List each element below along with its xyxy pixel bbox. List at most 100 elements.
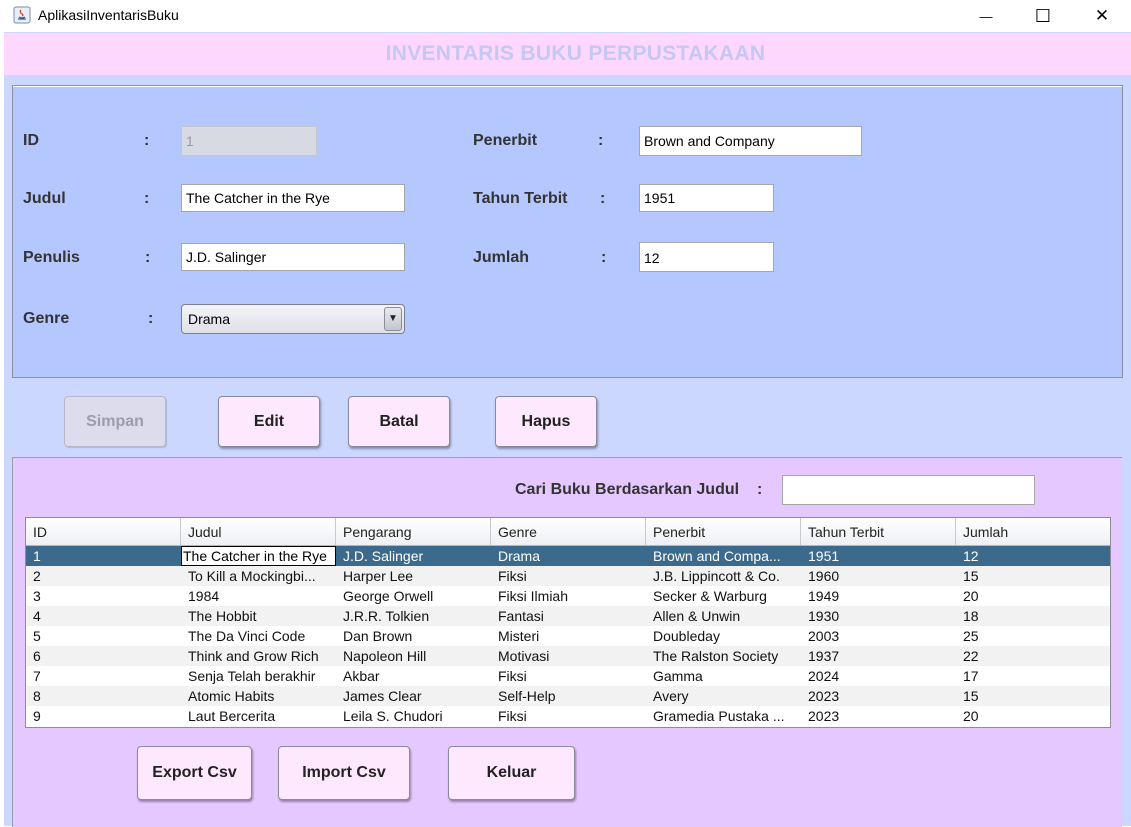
- close-window-button[interactable]: ✕: [1079, 0, 1125, 32]
- tahun-terbit-field[interactable]: 1951: [639, 184, 774, 212]
- cell-id[interactable]: 2: [26, 566, 181, 586]
- column-header-judul[interactable]: Judul: [181, 518, 336, 545]
- penerbit-field[interactable]: Brown and Company: [639, 126, 862, 156]
- cell-genre[interactable]: Fiksi: [491, 706, 646, 726]
- cell-id[interactable]: 3: [26, 586, 181, 606]
- cell-judul[interactable]: Senja Telah berakhir: [181, 666, 336, 686]
- cell-judul[interactable]: Think and Grow Rich: [181, 646, 336, 666]
- maximize-icon: ☐: [1034, 5, 1052, 26]
- cell-judul[interactable]: The Da Vinci Code: [181, 626, 336, 646]
- cell-genre[interactable]: Misteri: [491, 626, 646, 646]
- cell-genre[interactable]: Fiksi Ilmiah: [491, 586, 646, 606]
- cell-jumlah[interactable]: 15: [956, 566, 1110, 586]
- cell-jumlah[interactable]: 20: [956, 586, 1110, 606]
- cell-jumlah[interactable]: 25: [956, 626, 1110, 646]
- cell-pengarang[interactable]: Akbar: [336, 666, 491, 686]
- column-header-tahun-terbit[interactable]: Tahun Terbit: [801, 518, 956, 545]
- genre-dropdown[interactable]: Drama ▼: [181, 304, 405, 334]
- cell-pengarang[interactable]: James Clear: [336, 686, 491, 706]
- cell-pengarang[interactable]: George Orwell: [336, 586, 491, 606]
- judul-field[interactable]: The Catcher in the Rye: [181, 184, 405, 212]
- cell-judul[interactable]: Atomic Habits: [181, 686, 336, 706]
- penulis-field[interactable]: J.D. Salinger: [181, 243, 405, 271]
- cell-tahun-terbit[interactable]: 1937: [801, 646, 956, 666]
- table-row[interactable]: 3 1984 George Orwell Fiksi Ilmiah Secker & W…: [26, 586, 1110, 606]
- cell-penerbit[interactable]: Doubleday: [646, 626, 801, 646]
- cell-tahun-terbit[interactable]: 1960: [801, 566, 956, 586]
- maximize-button[interactable]: ☐: [1020, 0, 1066, 32]
- export-csv-button[interactable]: Export Csv: [137, 746, 252, 800]
- keluar-button[interactable]: Keluar: [448, 746, 575, 800]
- cell-pengarang[interactable]: Leila S. Chudori: [336, 706, 491, 726]
- cell-judul[interactable]: The Hobbit: [181, 606, 336, 626]
- cell-tahun-terbit[interactable]: 2023: [801, 686, 956, 706]
- cell-penerbit[interactable]: Avery: [646, 686, 801, 706]
- column-header-penerbit[interactable]: Penerbit: [646, 518, 801, 545]
- table-row[interactable]: 4 The Hobbit J.R.R. Tolkien Fantasi Allen & …: [26, 606, 1110, 626]
- batal-button[interactable]: Batal: [348, 396, 450, 447]
- cell-tahun-terbit[interactable]: 2024: [801, 666, 956, 686]
- cell-pengarang[interactable]: J.R.R. Tolkien: [336, 606, 491, 626]
- cell-tahun-terbit[interactable]: 2023: [801, 706, 956, 726]
- cell-jumlah[interactable]: 15: [956, 686, 1110, 706]
- cell-id[interactable]: 7: [26, 666, 181, 686]
- cell-pengarang[interactable]: Dan Brown: [336, 626, 491, 646]
- cell-genre[interactable]: Self-Help: [491, 686, 646, 706]
- cell-penerbit[interactable]: The Ralston Society: [646, 646, 801, 666]
- cell-id[interactable]: 5: [26, 626, 181, 646]
- jumlah-field[interactable]: 12: [639, 242, 774, 272]
- genre-selected-value: Drama: [188, 311, 231, 327]
- table-row[interactable]: 1 The Catcher in the Rye J.D. Salinger Dram…: [26, 546, 1110, 566]
- cell-genre[interactable]: Fantasi: [491, 606, 646, 626]
- cell-judul[interactable]: 1984: [181, 586, 336, 606]
- cell-judul[interactable]: The Catcher in the Rye: [181, 546, 336, 566]
- simpan-button[interactable]: Simpan: [64, 396, 166, 447]
- cell-jumlah[interactable]: 12: [956, 546, 1110, 566]
- cell-tahun-terbit[interactable]: 1949: [801, 586, 956, 606]
- column-header-jumlah[interactable]: Jumlah: [956, 518, 1110, 545]
- cell-judul[interactable]: To Kill a Mockingbi...: [181, 566, 336, 586]
- cell-penerbit[interactable]: Gramedia Pustaka ...: [646, 706, 801, 726]
- cell-id[interactable]: 8: [26, 686, 181, 706]
- cell-genre[interactable]: Motivasi: [491, 646, 646, 666]
- table-row[interactable]: 5 The Da Vinci Code Dan Brown Misteri Double…: [26, 626, 1110, 646]
- cell-jumlah[interactable]: 17: [956, 666, 1110, 686]
- cell-tahun-terbit[interactable]: 1951: [801, 546, 956, 566]
- cell-pengarang[interactable]: Harper Lee: [336, 566, 491, 586]
- cell-genre[interactable]: Drama: [491, 546, 646, 566]
- table-row[interactable]: 6 Think and Grow Rich Napoleon Hill Motivas…: [26, 646, 1110, 666]
- cell-id[interactable]: 9: [26, 706, 181, 726]
- cell-jumlah[interactable]: 18: [956, 606, 1110, 626]
- cell-penerbit[interactable]: Allen & Unwin: [646, 606, 801, 626]
- cell-genre[interactable]: Fiksi: [491, 666, 646, 686]
- cell-jumlah[interactable]: 20: [956, 706, 1110, 726]
- import-csv-button[interactable]: Import Csv: [278, 746, 410, 800]
- column-header-genre[interactable]: Genre: [491, 518, 646, 545]
- table-row[interactable]: 9 Laut Bercerita Leila S. Chudori Fiksi Gram…: [26, 706, 1110, 726]
- table-row[interactable]: 2 To Kill a Mockingbi... Harper Lee Fiksi J.…: [26, 566, 1110, 586]
- cell-pengarang[interactable]: J.D. Salinger: [336, 546, 491, 566]
- table-row[interactable]: 7 Senja Telah berakhir Akbar Fiksi Gamma 2024…: [26, 666, 1110, 686]
- cell-penerbit[interactable]: Gamma: [646, 666, 801, 686]
- cell-id[interactable]: 6: [26, 646, 181, 666]
- cell-penerbit[interactable]: Brown and Compa...: [646, 546, 801, 566]
- cell-id[interactable]: 4: [26, 606, 181, 626]
- search-input[interactable]: [782, 475, 1035, 505]
- minimize-button[interactable]: —: [963, 0, 1009, 32]
- hapus-button[interactable]: Hapus: [495, 396, 597, 447]
- table-row[interactable]: 8 Atomic Habits James Clear Self-Help Avery 2…: [26, 686, 1110, 706]
- cell-pengarang[interactable]: Napoleon Hill: [336, 646, 491, 666]
- cell-id[interactable]: 1: [26, 546, 181, 566]
- cell-tahun-terbit[interactable]: 2003: [801, 626, 956, 646]
- cell-penerbit[interactable]: J.B. Lippincott & Co.: [646, 566, 801, 586]
- column-header-pengarang[interactable]: Pengarang: [336, 518, 491, 545]
- cell-jumlah[interactable]: 22: [956, 646, 1110, 666]
- cell-judul[interactable]: Laut Bercerita: [181, 706, 336, 726]
- cell-tahun-terbit[interactable]: 1930: [801, 606, 956, 626]
- cell-genre[interactable]: Fiksi: [491, 566, 646, 586]
- column-header-id[interactable]: ID: [26, 518, 181, 545]
- book-table[interactable]: ID Judul Pengarang Genre Penerbit Tahun …: [25, 517, 1111, 728]
- chevron-down-icon[interactable]: ▼: [384, 307, 402, 331]
- edit-button[interactable]: Edit: [218, 396, 320, 447]
- cell-penerbit[interactable]: Secker & Warburg: [646, 586, 801, 606]
